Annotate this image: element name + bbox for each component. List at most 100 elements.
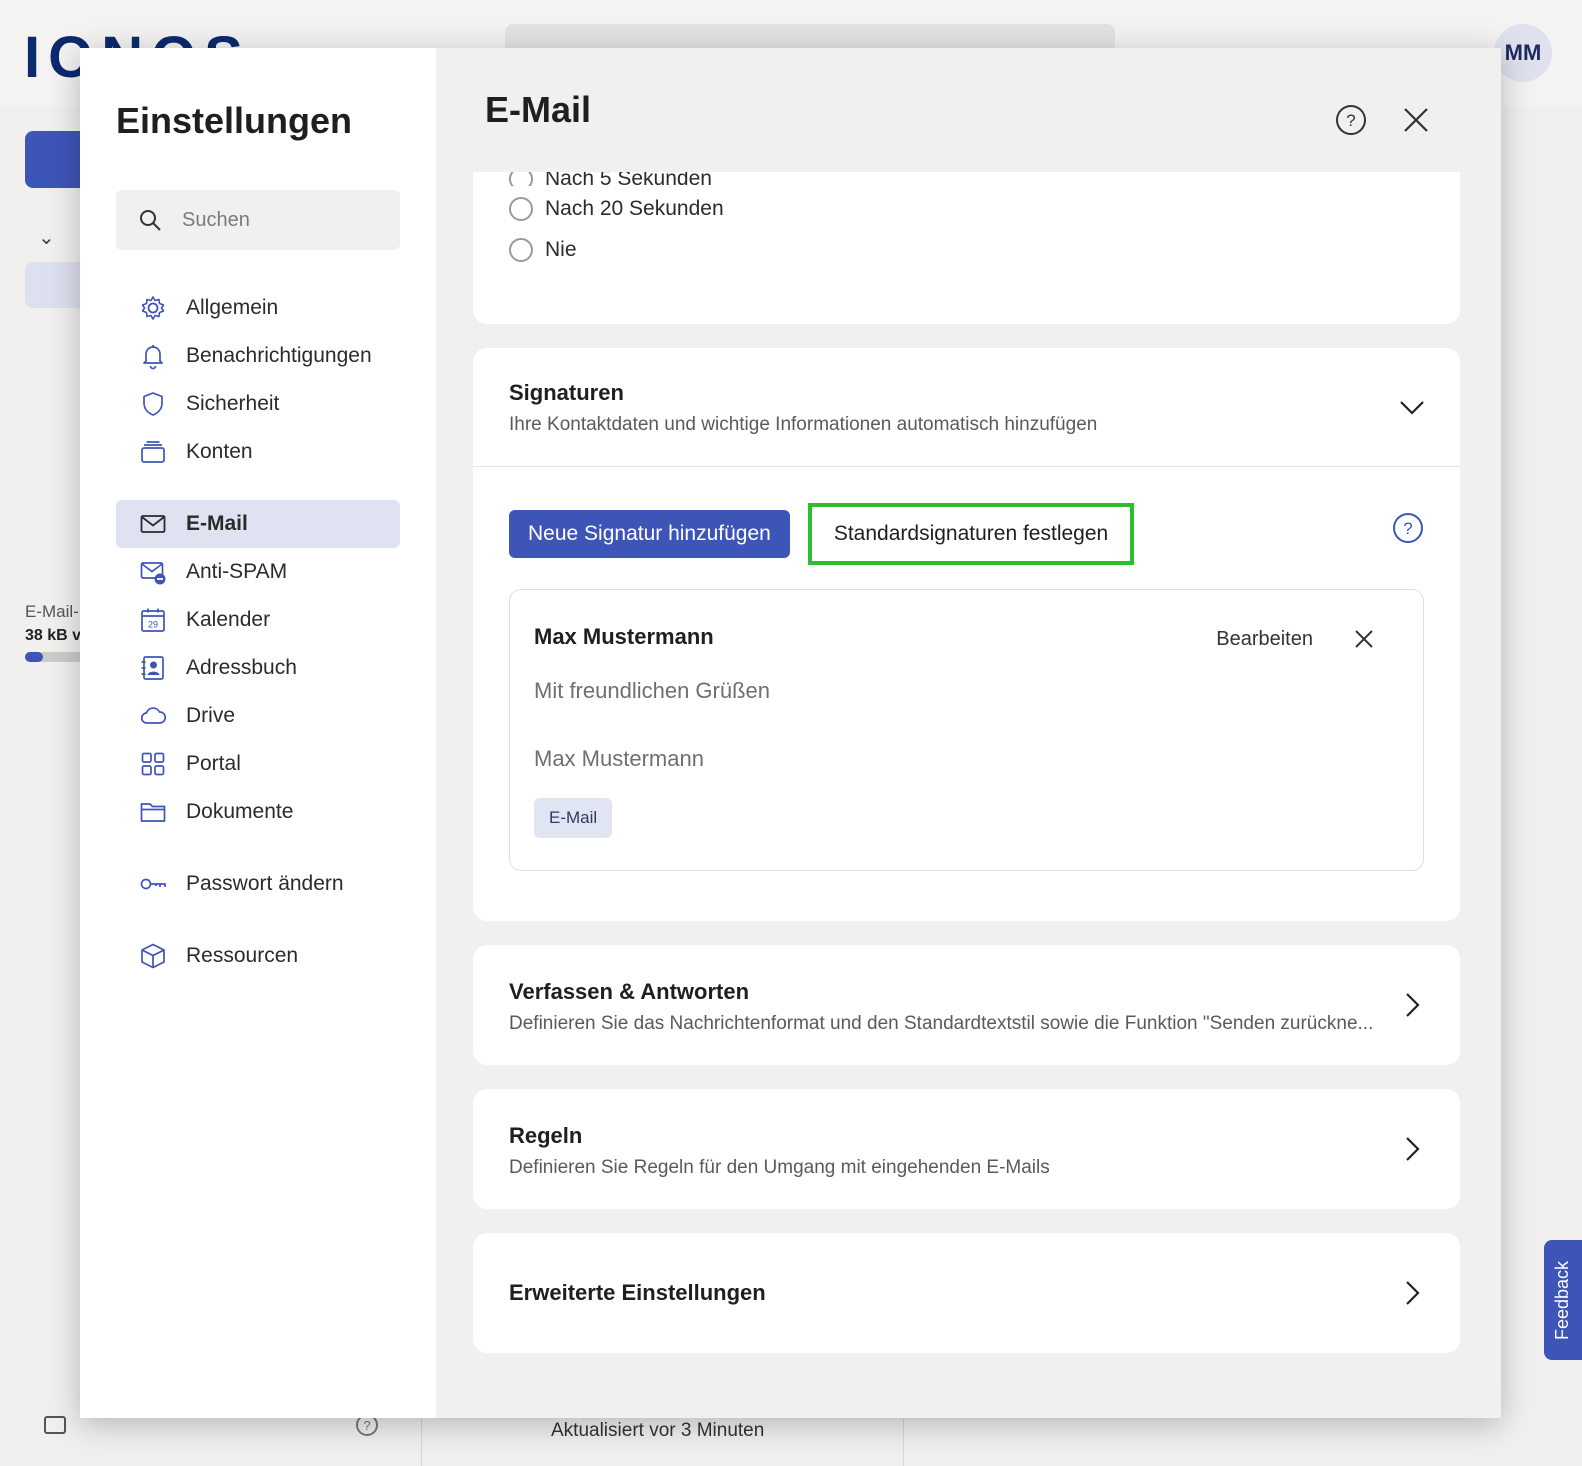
radio-button[interactable] [509,237,533,262]
nav-item-kalender[interactable]: 29 Kalender [116,596,400,644]
close-icon[interactable] [1400,104,1432,136]
cloud-icon [138,701,168,731]
help-icon[interactable]: ? [1335,104,1367,136]
section-title: Verfassen & Antworten [509,979,750,1004]
nav-item-konten[interactable]: Konten [116,428,400,476]
chevron-down-icon[interactable]: ⌄ [38,225,55,250]
folder-icon [138,797,168,827]
settings-modal: Einstellungen Allgemein Benachrichtigung… [80,48,1501,1418]
chevron-right-icon[interactable] [1398,991,1426,1019]
signature-account-chip: E-Mail [534,798,613,838]
dismiss-timing-card: Nach 5 Sekunden Nach 20 Sekunden Nie [473,172,1460,324]
radio-button[interactable] [509,196,533,221]
nav-item-adressbuch[interactable]: Adressbuch [116,644,400,692]
radio-option[interactable]: Nach 20 Sekunden [509,188,1424,229]
nav-item-label: Sicherheit [186,392,280,415]
settings-scroll-area[interactable]: Nach 5 Sekunden Nach 20 Sekunden Nie Sig… [473,172,1460,1377]
status-text: Aktualisiert vor 3 Minuten [551,1420,765,1441]
shield-icon [138,389,168,419]
nav-item-label: Allgemein [186,296,279,319]
add-signature-button[interactable]: Neue Signatur hinzufügen [509,510,790,558]
page-title: E-Mail [485,89,592,130]
search-input[interactable] [182,208,382,232]
settings-content: E-Mail ? Nach 5 Sekunden Nach 20 Sekunde… [436,48,1501,1418]
chevron-right-icon[interactable] [1398,1135,1426,1163]
section-subtitle: Definieren Sie das Nachrichtenformat und… [509,1013,1374,1034]
section-subtitle: Definieren Sie Regeln für den Umgang mit… [509,1157,1050,1178]
radio-option[interactable]: Nach 5 Sekunden [509,172,1424,186]
chevron-down-icon[interactable] [1398,393,1426,421]
radio-option[interactable]: Nie [509,229,1424,270]
radio-label: Nach 20 Sekunden [545,196,724,220]
accounts-icon [138,437,168,467]
feedback-label: Feedback [1552,1260,1573,1340]
settings-search[interactable] [116,190,400,250]
nav-item-sicherheit[interactable]: Sicherheit [116,380,400,428]
divider [421,1412,422,1466]
settings-nav: Einstellungen Allgemein Benachrichtigung… [80,48,436,1418]
nav-item-label: Anti-SPAM [186,560,288,583]
section-subtitle: Ihre Kontaktdaten und wichtige Informati… [509,414,1098,435]
content-header: E-Mail ? [436,48,1501,172]
nav-item-label: Kalender [186,608,271,631]
default-signatures-button[interactable]: Standardsignaturen festlegen [807,503,1135,565]
svg-text:?: ? [1403,519,1412,538]
signatures-body: Neue Signatur hinzufügen Standardsignatu… [473,467,1460,921]
nav-item-allgemein[interactable]: Allgemein [116,284,400,332]
bell-icon [138,341,168,371]
nav-item-label: Ressourcen [186,944,299,967]
calendar-icon: 29 [138,605,168,635]
signature-card: Max Mustermann Bearbeiten Mit freundlich… [509,589,1424,871]
nav-item-anti-spam[interactable]: Anti-SPAM [116,548,400,596]
divider [903,1412,904,1466]
grid-icon [138,749,168,779]
nav-item-label: Drive [186,704,236,727]
help-icon[interactable]: ? [1392,512,1424,544]
nav-item-portal[interactable]: Portal [116,740,400,788]
advanced-settings-card[interactable]: Erweiterte Einstellungen [473,1233,1460,1353]
gear-icon [138,293,168,323]
nav-item-passwort[interactable]: Passwort ändern [116,860,400,908]
signature-text-line: Max Mustermann [534,746,704,771]
quota-label: E-Mail- [25,602,79,621]
signatures-card: Signaturen Ihre Kontaktdaten und wichtig… [473,348,1460,921]
nav-item-label: E-Mail [186,512,248,535]
address-book-icon [138,653,168,683]
section-title: Signaturen [509,380,624,405]
nav-item-email[interactable]: E-Mail [116,500,400,548]
chevron-right-icon[interactable] [1398,1279,1426,1307]
signatures-header[interactable]: Signaturen Ihre Kontaktdaten und wichtig… [473,348,1460,466]
nav-item-label: Konten [186,440,253,463]
feedback-button[interactable]: Feedback [1544,1240,1582,1360]
cube-icon [138,941,168,971]
signature-text-line: Mit freundlichen Grüßen [534,678,770,703]
section-title: Regeln [509,1123,583,1148]
nav-item-label: Dokumente [186,800,294,823]
rules-card[interactable]: Regeln Definieren Sie Regeln für den Umg… [473,1089,1460,1209]
nav-item-label: Portal [186,752,241,775]
search-icon [140,210,161,231]
mail-icon [138,509,168,539]
delete-signature-icon[interactable] [1353,628,1375,650]
avatar[interactable]: MM [1494,24,1552,82]
key-icon [138,869,168,899]
nav-item-dokumente[interactable]: Dokumente [116,788,400,836]
nav-item-benachrichtigungen[interactable]: Benachrichtigungen [116,332,400,380]
nav-item-ressourcen[interactable]: Ressourcen [116,932,400,980]
radio-label: Nie [545,237,577,261]
radio-label: Nach 5 Sekunden [545,172,712,186]
anti-spam-icon [138,557,168,587]
edit-signature-button[interactable]: Bearbeiten [1216,628,1313,651]
quota-value: 38 kB v [25,627,82,644]
section-title: Erweiterte Einstellungen [509,1280,766,1305]
compose-card[interactable]: Verfassen & Antworten Definieren Sie das… [473,945,1460,1065]
sidebar-toggle-icon[interactable] [44,1416,66,1434]
svg-text:?: ? [1346,111,1355,130]
nav-item-label: Passwort ändern [186,872,344,895]
nav-item-drive[interactable]: Drive [116,692,400,740]
nav-item-label: Adressbuch [186,656,297,679]
calendar-day-number: 29 [148,620,158,630]
settings-title: Einstellungen [116,100,353,141]
radio-button[interactable] [509,172,533,186]
nav-item-label: Benachrichtigungen [186,344,372,367]
